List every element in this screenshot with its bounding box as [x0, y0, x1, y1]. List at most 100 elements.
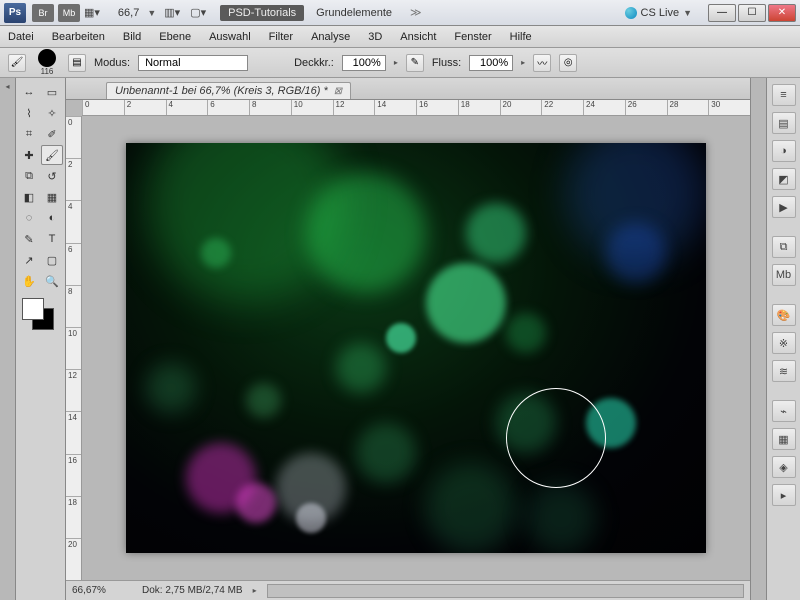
- panel-3d-icon[interactable]: ◈: [772, 456, 796, 478]
- bokeh-circle: [506, 313, 546, 353]
- menu-ebene[interactable]: Ebene: [159, 31, 191, 43]
- panel-swatches-icon[interactable]: ▤: [772, 112, 796, 134]
- flow-flyout-icon[interactable]: ▸: [521, 58, 525, 67]
- bokeh-circle: [386, 323, 416, 353]
- horizontal-scrollbar[interactable]: [267, 584, 744, 598]
- panel-mb-icon[interactable]: Mb: [772, 264, 796, 286]
- tool-stamp[interactable]: ⧉: [18, 166, 40, 186]
- tool-eraser[interactable]: ◧: [18, 187, 40, 207]
- workspace-more-icon[interactable]: ≫: [410, 6, 422, 19]
- flow-label: Fluss:: [432, 57, 461, 69]
- tool-type[interactable]: T: [41, 229, 63, 249]
- status-flyout-icon[interactable]: ▸: [253, 586, 257, 595]
- tool-dodge[interactable]: ◐: [41, 208, 63, 228]
- bokeh-circle: [526, 483, 596, 553]
- tool-crop[interactable]: ⌗: [18, 124, 40, 144]
- ruler-vertical[interactable]: 02468101214161820: [66, 116, 82, 580]
- panel-channels-icon[interactable]: ≋: [772, 360, 796, 382]
- menu-auswahl[interactable]: Auswahl: [209, 31, 251, 43]
- panel-paths-icon[interactable]: ⌁: [772, 400, 796, 422]
- document-tab[interactable]: Unbenannt-1 bei 66,7% (Kreis 3, RGB/16) …: [106, 82, 351, 99]
- workspace-grundelemente[interactable]: Grundelemente: [308, 5, 400, 21]
- status-doc-size[interactable]: Dok: 2,75 MB/2,74 MB: [142, 585, 243, 596]
- tool-pen[interactable]: ✎: [18, 229, 40, 249]
- screenmode-icon[interactable]: ▢▾: [190, 6, 206, 19]
- tool-brush[interactable]: 🖌: [41, 145, 63, 165]
- panel-layers-icon[interactable]: ▦: [772, 428, 796, 450]
- tool-history[interactable]: ↺: [41, 166, 63, 186]
- options-bar: 🖌 116 ▤ Modus: Normal Deckkr.: 100% ▸ ✎ …: [0, 48, 800, 78]
- status-zoom[interactable]: 66,67%: [72, 585, 132, 596]
- tool-path[interactable]: ↗: [18, 250, 40, 270]
- color-swatches[interactable]: [18, 298, 63, 330]
- bridge-icon[interactable]: Br: [32, 4, 54, 22]
- bokeh-circle: [426, 463, 516, 553]
- mode-select[interactable]: Normal: [138, 55, 248, 71]
- brush-preset-picker[interactable]: 116: [38, 49, 56, 76]
- ruler-horizontal[interactable]: 024681012141618202224262830: [82, 100, 750, 116]
- panel-play-icon[interactable]: ▶: [772, 196, 796, 218]
- panel-actions-icon[interactable]: ▸: [772, 484, 796, 506]
- panel-history-icon[interactable]: ≡: [772, 84, 796, 106]
- document-tab-title: Unbenannt-1 bei 66,7% (Kreis 3, RGB/16) …: [115, 85, 328, 97]
- opacity-flyout-icon[interactable]: ▸: [394, 58, 398, 67]
- tool-gradient[interactable]: ▦: [41, 187, 63, 207]
- close-button[interactable]: ✕: [768, 4, 796, 22]
- flow-input[interactable]: 100%: [469, 55, 513, 71]
- menu-3d[interactable]: 3D: [368, 31, 382, 43]
- bokeh-circle: [466, 203, 526, 263]
- tool-move[interactable]: ↔: [18, 82, 40, 102]
- brush-tool-icon[interactable]: 🖌: [8, 54, 26, 72]
- tool-wand[interactable]: ✧: [41, 103, 63, 123]
- tablet-pressure-icon[interactable]: ◎: [559, 54, 577, 72]
- tool-blur[interactable]: ◌: [18, 208, 40, 228]
- menu-ansicht[interactable]: Ansicht: [400, 31, 436, 43]
- zoom-dropdown-icon[interactable]: ▼: [147, 8, 156, 18]
- brush-cursor-icon: [506, 388, 606, 488]
- foreground-swatch[interactable]: [22, 298, 44, 320]
- panel-navigator-icon[interactable]: ⧉: [772, 236, 796, 258]
- collapse-icon[interactable]: ◂: [5, 82, 9, 91]
- mode-value: Normal: [145, 57, 180, 69]
- airbrush-icon[interactable]: 〰: [533, 54, 551, 72]
- menu-bar: Datei Bearbeiten Bild Ebene Auswahl Filter Ana…: [0, 26, 800, 48]
- menu-filter[interactable]: Filter: [269, 31, 293, 43]
- cs-live-button[interactable]: CS Live ▼: [625, 7, 700, 19]
- panel-masks-icon[interactable]: ◩: [772, 168, 796, 190]
- workspace-psd-tutorials[interactable]: PSD-Tutorials: [220, 5, 304, 21]
- panel-color-icon[interactable]: 🎨: [772, 304, 796, 326]
- menu-hilfe[interactable]: Hilfe: [510, 31, 532, 43]
- mode-label: Modus:: [94, 57, 130, 69]
- tool-marquee[interactable]: ▭: [41, 82, 63, 102]
- brush-panel-icon[interactable]: ▤: [68, 54, 86, 72]
- menu-bearbeiten[interactable]: Bearbeiten: [52, 31, 105, 43]
- canvas[interactable]: [126, 143, 706, 553]
- bokeh-circle: [356, 423, 416, 483]
- panel-adjust-icon[interactable]: ◑: [772, 140, 796, 162]
- tool-heal[interactable]: ✚: [18, 145, 40, 165]
- minibridge-icon[interactable]: Mb: [58, 4, 80, 22]
- bokeh-circle: [186, 443, 256, 513]
- arrange-icon[interactable]: ▥▾: [164, 6, 180, 19]
- tool-eyedrop[interactable]: ✐: [41, 124, 63, 144]
- tool-hand[interactable]: ✋: [18, 271, 40, 291]
- status-bar: 66,67% Dok: 2,75 MB/2,74 MB ▸: [66, 580, 750, 600]
- tool-lasso[interactable]: ⌇: [18, 103, 40, 123]
- menu-bild[interactable]: Bild: [123, 31, 141, 43]
- menu-datei[interactable]: Datei: [8, 31, 34, 43]
- layout-icon[interactable]: ▦▾: [84, 6, 100, 19]
- maximize-button[interactable]: ☐: [738, 4, 766, 22]
- canvas-area[interactable]: [82, 116, 750, 580]
- menu-analyse[interactable]: Analyse: [311, 31, 350, 43]
- minimize-button[interactable]: —: [708, 4, 736, 22]
- opacity-input[interactable]: 100%: [342, 55, 386, 71]
- cs-live-icon: [625, 7, 637, 19]
- zoom-level[interactable]: 66,7: [118, 7, 139, 19]
- panel-styles-icon[interactable]: ※: [772, 332, 796, 354]
- tool-shape[interactable]: ▢: [41, 250, 63, 270]
- tab-close-icon[interactable]: ⊠: [334, 86, 342, 97]
- right-gutter: [750, 78, 766, 600]
- opacity-pressure-icon[interactable]: ✎: [406, 54, 424, 72]
- tool-zoom[interactable]: 🔍: [41, 271, 63, 291]
- menu-fenster[interactable]: Fenster: [454, 31, 491, 43]
